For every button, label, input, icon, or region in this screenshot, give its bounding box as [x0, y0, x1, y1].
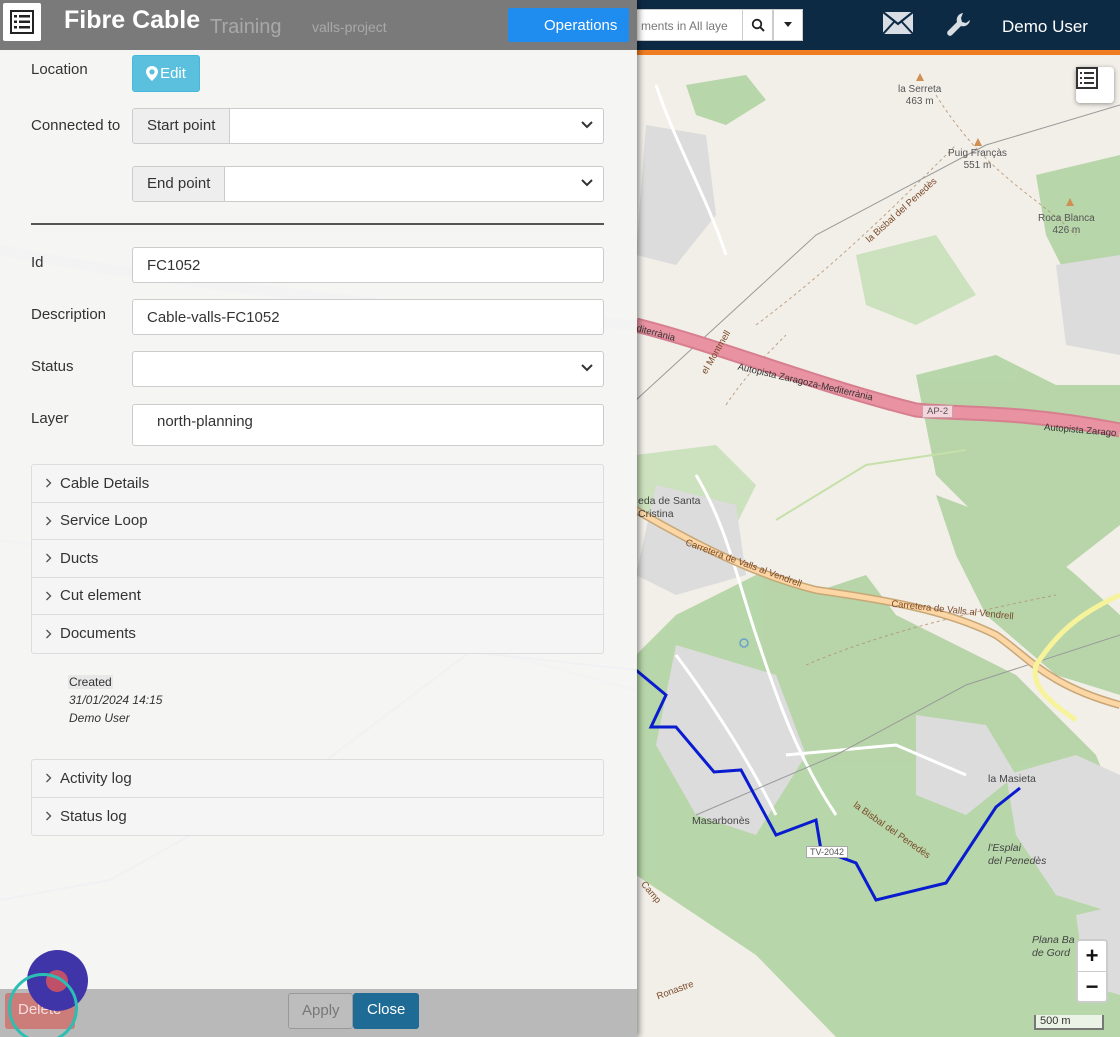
chevron-right-icon	[46, 629, 52, 639]
end-point-select[interactable]	[225, 166, 604, 202]
operations-button[interactable]: Operations	[508, 8, 629, 42]
map-marker-icon	[146, 66, 159, 81]
search-button[interactable]	[742, 9, 773, 41]
ghost-training-label: Training	[210, 16, 282, 38]
chevron-down-icon	[581, 179, 593, 187]
caret-down-icon	[784, 22, 792, 27]
start-point-group: Start point	[132, 108, 604, 144]
accordion-label: Ducts	[60, 549, 99, 567]
accordion-label: Cable Details	[60, 474, 150, 492]
accordion-item-service-loop[interactable]: Service Loop	[32, 503, 603, 540]
chevron-right-icon	[46, 553, 52, 563]
start-point-label: Start point	[132, 108, 231, 144]
accordion-label: Status log	[60, 807, 127, 825]
zoom-out-button[interactable]: −	[1078, 971, 1106, 1001]
accordion-item-cable-details[interactable]: Cable Details	[32, 465, 603, 503]
apply-button[interactable]: Apply	[288, 993, 353, 1029]
list-icon	[1076, 67, 1098, 89]
accordion-item-activity-log[interactable]: Activity log	[32, 760, 603, 798]
accordion-item-ducts[interactable]: Ducts	[32, 540, 603, 578]
end-point-group: End point	[132, 166, 604, 202]
map-label-masarbones: Masarbonès	[692, 815, 750, 827]
chevron-down-icon	[581, 364, 593, 372]
accordion-item-documents[interactable]: Documents	[32, 615, 603, 653]
map-label-santa-cristina: eda de Santa Cristina	[638, 495, 701, 520]
layer-label: Layer	[31, 410, 69, 427]
map-label-ap2: AP-2	[922, 405, 954, 418]
envelope-icon	[882, 11, 914, 35]
details-accordion: Cable Details Service Loop Ducts Cut ele…	[31, 464, 604, 654]
accordion-label: Activity log	[60, 769, 132, 787]
chevron-down-icon	[581, 121, 593, 129]
id-field[interactable]: FC1052	[132, 247, 604, 283]
close-button[interactable]: Close	[353, 993, 419, 1029]
map-label-puig-francas: Puig Françàs 551 m	[948, 148, 1007, 171]
edit-location-button[interactable]: Edit	[132, 55, 200, 92]
status-label: Status	[31, 358, 74, 375]
id-label: Id	[31, 254, 44, 271]
panel-header: Training valls-project Fibre Cable Opera…	[0, 0, 637, 50]
description-field[interactable]: Cable-valls-FC1052	[132, 299, 604, 335]
chevron-right-icon	[46, 811, 52, 821]
accordion-item-cut-element[interactable]: Cut element	[32, 578, 603, 615]
accordion-label: Cut element	[60, 587, 141, 605]
location-label: Location	[31, 61, 88, 78]
created-user: Demo User	[69, 711, 130, 725]
map-label-la-serreta: la Serreta 463 m	[898, 84, 942, 107]
map-label-la-masieta: la Masieta	[988, 773, 1036, 785]
settings-button[interactable]	[946, 11, 972, 41]
status-select[interactable]	[132, 351, 604, 387]
created-label: Created	[68, 675, 113, 689]
map-label-plana: Plana Ba de Gord	[1032, 934, 1075, 959]
accordion-label: Service Loop	[60, 512, 148, 530]
search-bar: ments in All laye	[636, 9, 803, 41]
accordion-item-status-log[interactable]: Status log	[32, 798, 603, 836]
search-options-dropdown[interactable]	[773, 9, 803, 41]
map-label-tv2042: TV-2042	[806, 846, 849, 858]
section-divider	[31, 223, 604, 225]
list-icon	[10, 10, 34, 34]
logs-accordion: Activity log Status log	[31, 759, 604, 836]
page-title: Fibre Cable	[64, 6, 201, 34]
chevron-right-icon	[46, 591, 52, 601]
chevron-right-icon	[46, 773, 52, 783]
panel-menu-button[interactable]	[3, 3, 41, 41]
map-scale: 500 m	[1034, 1015, 1104, 1030]
zoom-control: + −	[1076, 939, 1108, 1003]
zoom-in-button[interactable]: +	[1078, 941, 1106, 971]
connected-label: Connected to	[31, 117, 121, 134]
layer-list-button[interactable]	[1076, 67, 1114, 103]
focus-ring	[8, 973, 78, 1037]
end-point-label: End point	[132, 166, 226, 202]
wrench-icon	[947, 13, 970, 36]
chevron-right-icon	[46, 516, 52, 526]
description-label: Description	[31, 306, 107, 323]
messages-button[interactable]	[882, 11, 914, 39]
chevron-right-icon	[46, 478, 52, 488]
accordion-label: Documents	[60, 625, 136, 643]
ghost-project-label: valls-project	[312, 19, 387, 35]
created-date: 31/01/2024 14:15	[69, 693, 163, 707]
edit-label: Edit	[160, 65, 186, 82]
user-menu[interactable]: Demo User	[1002, 17, 1088, 37]
search-icon	[751, 18, 765, 32]
search-input[interactable]: ments in All laye	[636, 9, 742, 41]
start-point-select[interactable]	[230, 108, 604, 144]
map-label-esplai: l'Esplai del Penedès	[988, 842, 1047, 867]
map-view[interactable]: la Serreta 463 m Puig Françàs 551 m Roca B…	[636, 55, 1120, 1037]
layer-field[interactable]: north-planning	[132, 404, 604, 446]
map-label-roca-blanca: Roca Blanca 426 m	[1038, 213, 1095, 236]
